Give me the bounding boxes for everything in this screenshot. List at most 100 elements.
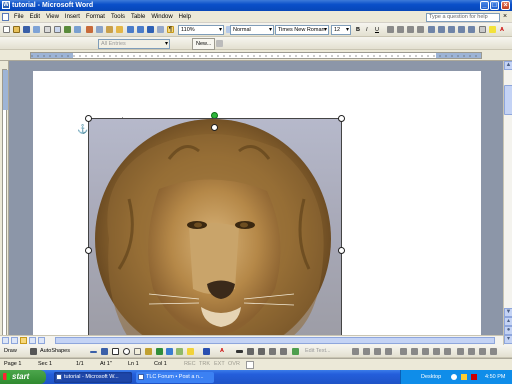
reading-layout-view-icon[interactable] <box>38 337 45 344</box>
shadow-style-icon[interactable] <box>269 348 276 355</box>
underline-icon[interactable]: U <box>375 25 379 35</box>
new-document-icon[interactable] <box>3 26 10 33</box>
format-painter-icon[interactable] <box>116 26 123 33</box>
select-objects-icon[interactable] <box>30 348 37 355</box>
scroll-down-icon[interactable]: ▼ <box>504 308 512 317</box>
maximize-button[interactable]: □ <box>490 1 499 10</box>
show-hide-icon[interactable]: ¶ <box>167 26 174 33</box>
web-layout-view-icon[interactable] <box>11 337 18 344</box>
color-icon[interactable] <box>479 348 486 355</box>
font-select[interactable]: Times New Roman <box>275 25 329 35</box>
set-transparent-color-icon[interactable] <box>422 348 429 355</box>
vertical-ruler[interactable] <box>0 61 9 345</box>
arrow-style-icon[interactable] <box>258 348 265 355</box>
status-ext[interactable]: EXT <box>214 359 225 370</box>
menu-table[interactable]: Table <box>128 11 148 23</box>
fill-color-icon[interactable] <box>187 348 194 355</box>
insert-picture-icon[interactable] <box>176 348 183 355</box>
toolbar-overflow-icon[interactable] <box>490 348 497 355</box>
menu-help[interactable]: Help <box>176 11 194 23</box>
zoom-select[interactable]: 110% <box>178 25 224 35</box>
line-icon[interactable] <box>90 351 97 353</box>
resize-handle-right[interactable] <box>338 247 345 254</box>
italic-icon[interactable]: I <box>366 25 368 35</box>
scroll-up-icon[interactable]: ▲ <box>504 61 512 70</box>
outside-border-icon[interactable] <box>479 26 486 33</box>
research-icon[interactable] <box>74 26 81 33</box>
permission-icon[interactable] <box>33 26 40 33</box>
menu-window[interactable]: Window <box>148 11 175 23</box>
task-browser[interactable]: TLC Forum • Post a n... <box>136 372 214 383</box>
help-search-input[interactable]: Type a question for help <box>426 13 500 22</box>
wordart-icon[interactable] <box>145 348 152 355</box>
increase-indent-icon[interactable] <box>468 26 475 33</box>
line-style-icon[interactable] <box>236 350 243 353</box>
center-icon[interactable] <box>397 26 404 33</box>
status-rec[interactable]: REC <box>184 359 196 370</box>
menu-file[interactable]: File <box>11 11 27 23</box>
draw-menu-button[interactable]: Draw <box>4 346 17 356</box>
dash-style-icon[interactable] <box>247 348 254 355</box>
print-icon[interactable] <box>44 26 51 33</box>
font-color-icon[interactable]: A <box>500 25 504 35</box>
autoshapes-menu-button[interactable]: AutoShapes <box>40 346 70 356</box>
next-page-icon[interactable]: ▾ <box>504 335 512 344</box>
save-icon[interactable] <box>23 26 30 33</box>
less-brightness-icon[interactable] <box>468 348 475 355</box>
arrow-icon[interactable] <box>101 348 108 355</box>
redo-icon[interactable] <box>137 26 144 33</box>
bold-icon[interactable]: B <box>356 25 360 35</box>
reset-picture-icon[interactable] <box>433 348 440 355</box>
edit-text-button[interactable]: Edit Text... <box>305 346 331 356</box>
spelling-icon[interactable] <box>64 26 71 33</box>
previous-page-icon[interactable]: ▴ <box>504 317 512 326</box>
status-trk[interactable]: TRK <box>199 359 210 370</box>
horizontal-scrollbar[interactable] <box>0 335 503 345</box>
oval-icon[interactable] <box>123 348 130 355</box>
highlight-icon[interactable] <box>489 26 496 33</box>
line-spacing-icon[interactable] <box>428 26 435 33</box>
resize-handle-top-right[interactable] <box>338 115 345 122</box>
text-wrapping-icon[interactable] <box>400 348 407 355</box>
scroll-thumb[interactable] <box>504 85 512 115</box>
line-color-icon[interactable] <box>203 348 210 355</box>
insert-autotext-select[interactable]: All Entries <box>98 39 170 49</box>
close-button[interactable]: × <box>501 1 510 10</box>
clip-art-icon[interactable] <box>166 348 173 355</box>
format-picture-icon[interactable] <box>411 348 418 355</box>
minimize-button[interactable]: _ <box>480 1 489 10</box>
security-icon[interactable] <box>471 374 477 380</box>
font-size-select[interactable]: 12 <box>331 25 351 35</box>
outline-view-icon[interactable] <box>29 337 36 344</box>
desktop-toolbar[interactable]: Desktop <box>421 370 441 384</box>
horizontal-ruler[interactable] <box>0 50 512 61</box>
cut-icon[interactable] <box>86 26 93 33</box>
spelling-status-icon[interactable] <box>246 361 254 369</box>
copy-icon[interactable] <box>96 26 103 33</box>
style-select[interactable]: Normal <box>230 25 274 35</box>
menu-view[interactable]: View <box>43 11 62 23</box>
word-app-icon[interactable]: W <box>2 1 10 9</box>
toolbar-options-icon[interactable] <box>216 40 223 47</box>
network-icon[interactable] <box>451 374 457 380</box>
open-icon[interactable] <box>13 26 20 33</box>
more-brightness-icon[interactable] <box>457 348 464 355</box>
font-color-draw-icon[interactable]: A <box>220 346 224 356</box>
more-contrast-icon[interactable] <box>444 348 451 355</box>
resize-handle-top[interactable] <box>211 124 218 131</box>
select-browse-object-icon[interactable]: ● <box>504 326 512 335</box>
text-box-icon[interactable] <box>134 348 141 355</box>
normal-view-icon[interactable] <box>2 337 9 344</box>
picture-toolbar-icon[interactable] <box>292 348 299 355</box>
compress-pictures-icon[interactable] <box>385 348 392 355</box>
bullets-icon[interactable] <box>448 26 455 33</box>
crop-icon[interactable] <box>352 348 359 355</box>
justify-icon[interactable] <box>417 26 424 33</box>
resize-handle-left[interactable] <box>85 247 92 254</box>
anchor-icon[interactable]: ⚓ <box>77 124 88 135</box>
menu-edit[interactable]: Edit <box>27 11 43 23</box>
horizontal-scroll-thumb[interactable] <box>55 337 495 344</box>
undo-icon[interactable] <box>127 26 134 33</box>
new-autotext-button[interactable]: New... <box>192 38 216 50</box>
resize-handle-top-left[interactable] <box>85 115 92 122</box>
